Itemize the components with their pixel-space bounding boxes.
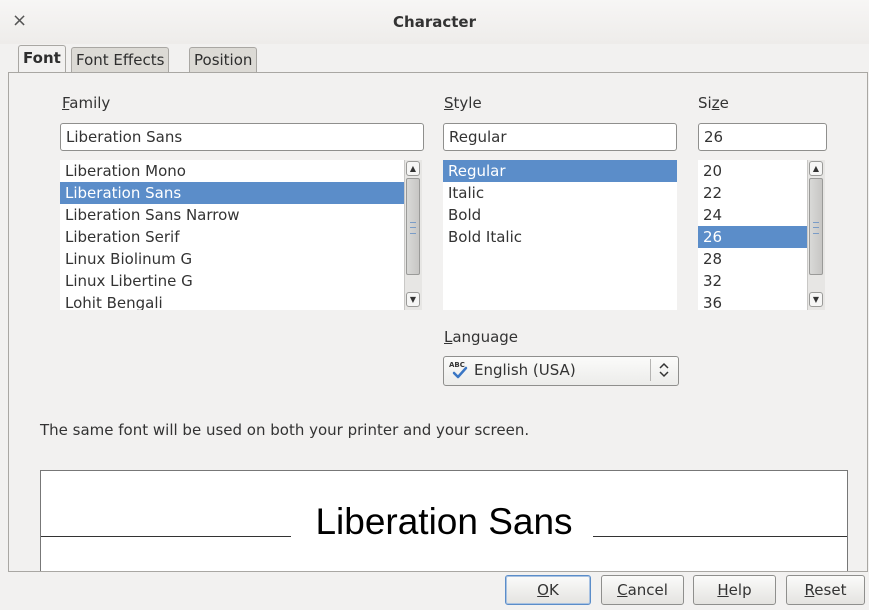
scroll-thumb[interactable] <box>809 178 823 275</box>
list-item[interactable]: Liberation Serif <box>60 226 404 248</box>
language-select[interactable]: ABC English (USA) <box>443 356 679 386</box>
scroll-up-icon[interactable]: ▲ <box>809 161 823 176</box>
size-input[interactable]: 26 <box>698 123 827 151</box>
style-list[interactable]: Regular Italic Bold Bold Italic <box>443 160 677 310</box>
scroll-down-icon[interactable]: ▼ <box>809 292 823 307</box>
info-text: The same font will be used on both your … <box>40 421 530 439</box>
size-label: Size <box>698 94 729 112</box>
language-value: English (USA) <box>474 361 576 379</box>
list-item[interactable]: Linux Libertine G <box>60 270 404 292</box>
font-preview: Liberation Sans <box>40 470 848 571</box>
list-item[interactable]: Linux Biolinum G <box>60 248 404 270</box>
dialog-title: Character <box>393 13 476 31</box>
scroll-down-icon[interactable]: ▼ <box>406 292 420 307</box>
family-scrollbar[interactable]: ▲ ▼ <box>404 160 422 310</box>
list-item[interactable]: Italic <box>443 182 677 204</box>
scroll-thumb[interactable] <box>406 178 420 275</box>
list-item[interactable]: 28 <box>698 248 807 270</box>
size-scrollbar[interactable]: ▲ ▼ <box>807 160 825 310</box>
list-item[interactable]: Lohit Bengali <box>60 292 404 310</box>
reset-button[interactable]: Reset <box>786 575 865 605</box>
family-label: Family <box>62 94 111 112</box>
list-item[interactable]: 22 <box>698 182 807 204</box>
list-item[interactable]: 24 <box>698 204 807 226</box>
cancel-button[interactable]: Cancel <box>601 575 684 605</box>
list-item[interactable]: 36 <box>698 292 807 310</box>
list-item-selected[interactable]: Regular <box>443 160 677 182</box>
list-item[interactable]: Bold <box>443 204 677 226</box>
list-item[interactable]: Liberation Sans Narrow <box>60 204 404 226</box>
list-item[interactable]: Liberation Mono <box>60 160 404 182</box>
scroll-up-icon[interactable]: ▲ <box>406 161 420 176</box>
spellcheck-icon: ABC <box>449 361 469 379</box>
family-input[interactable]: Liberation Sans <box>60 123 424 151</box>
tab-position[interactable]: Position <box>189 47 258 72</box>
list-item-selected[interactable]: 26 <box>698 226 807 248</box>
family-list[interactable]: Liberation Mono Liberation Sans Liberati… <box>60 160 404 310</box>
tab-font-effects[interactable]: Font Effects <box>71 47 170 72</box>
style-input[interactable]: Regular <box>443 123 677 151</box>
language-label: Language <box>444 328 519 346</box>
combo-divider <box>650 359 651 381</box>
tab-font[interactable]: Font <box>18 45 66 72</box>
list-item[interactable]: Bold Italic <box>443 226 677 248</box>
list-item-selected[interactable]: Liberation Sans <box>60 182 404 204</box>
ok-button[interactable]: OK <box>505 575 591 605</box>
list-item[interactable]: 32 <box>698 270 807 292</box>
help-button[interactable]: Help <box>693 575 776 605</box>
style-label: Style <box>444 94 482 112</box>
size-list[interactable]: 20 22 24 26 28 32 36 <box>698 160 807 310</box>
updown-icon <box>656 360 672 380</box>
list-item[interactable]: 20 <box>698 160 807 182</box>
preview-text: Liberation Sans <box>315 501 573 542</box>
